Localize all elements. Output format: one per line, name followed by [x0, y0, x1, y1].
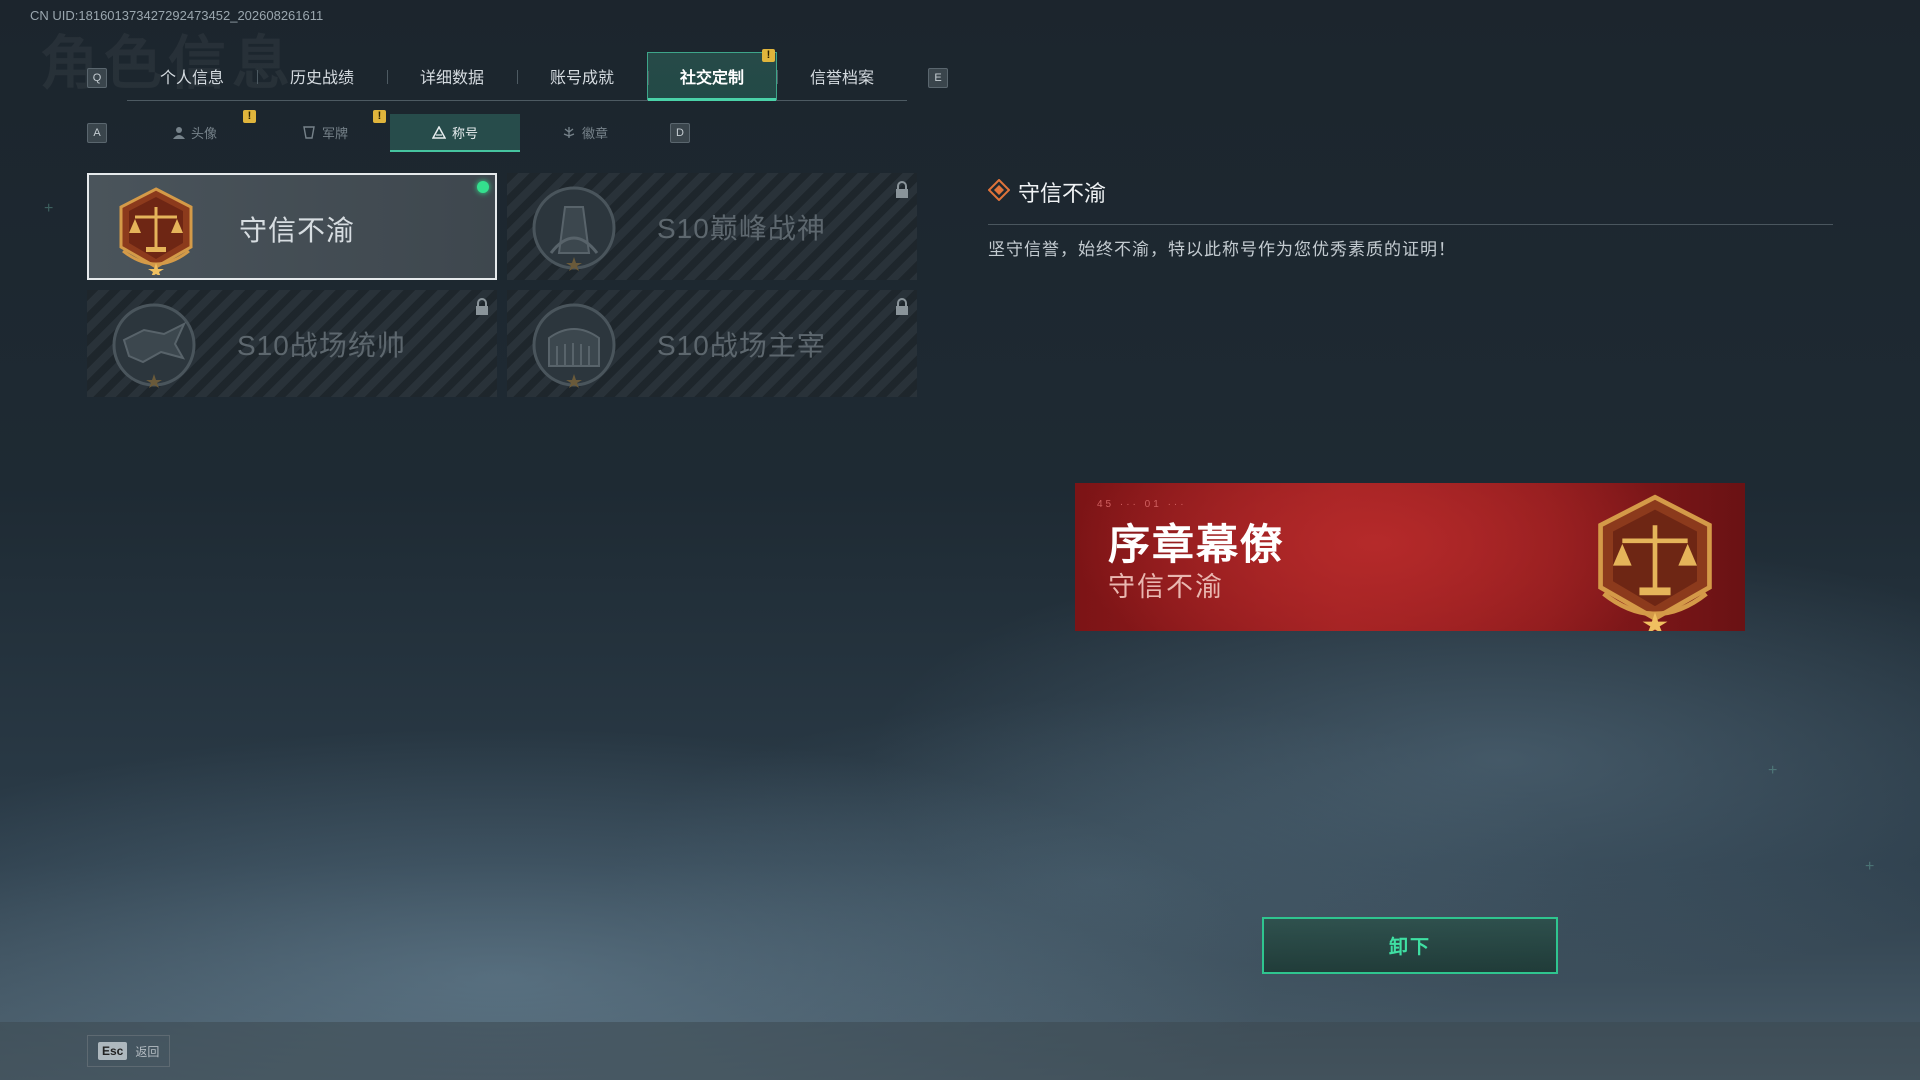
scales-emblem	[119, 187, 193, 275]
diamond-icon	[988, 179, 1010, 201]
subtab-badge[interactable]: 徽章	[520, 114, 650, 150]
title-name: S10战场主宰	[657, 330, 826, 361]
main-tabs: 个人信息 历史战绩 详细数据 账号成就 社交定制 信誉档案	[127, 52, 907, 101]
lock-icon	[896, 181, 908, 198]
title-name: S10战场统帅	[237, 330, 406, 361]
title-name: 守信不渝	[239, 215, 356, 246]
unequip-button[interactable]: 卸下	[1262, 917, 1558, 974]
crosshair-decoration: +	[1768, 762, 1778, 779]
back-label: 返回	[135, 1044, 160, 1059]
subtab-label: 头像	[190, 125, 217, 141]
crosshair-decoration: +	[1865, 858, 1875, 875]
subtab-label: 军牌	[321, 125, 348, 141]
tab-social-customization[interactable]: 社交定制	[647, 52, 777, 101]
title-card-locked[interactable]: S10战场主宰	[507, 290, 917, 397]
triangle-title-icon	[431, 125, 446, 139]
dogtag-icon	[303, 125, 315, 139]
subtab-avatar[interactable]: 头像	[130, 114, 260, 150]
esc-key: Esc	[98, 1042, 128, 1060]
tab-match-history[interactable]: 历史战绩	[257, 52, 387, 100]
prev-tab-key[interactable]: Q	[87, 68, 107, 88]
next-tab-key[interactable]: E	[928, 68, 948, 88]
title-card-locked[interactable]: S10巅峰战神	[507, 173, 917, 280]
crosshair-decoration: +	[44, 200, 54, 217]
banner-decorative-code: 45 ··· 01 ···	[1097, 499, 1187, 510]
dragon-emblem	[112, 303, 196, 388]
notification-badge: !	[762, 49, 775, 62]
tab-credit-record[interactable]: 信誉档案	[777, 52, 907, 100]
banner-player-name: 序章幕僚	[1108, 521, 1285, 568]
prev-subtab-key[interactable]: A	[87, 123, 107, 143]
lock-icon	[896, 298, 908, 315]
title-card-equipped[interactable]: 守信不渝	[87, 173, 497, 280]
detail-divider	[988, 224, 1833, 225]
banner-title: 守信不渝	[1108, 572, 1224, 602]
colosseum-emblem	[532, 303, 616, 388]
back-button[interactable]: Esc 返回	[87, 1035, 170, 1067]
badge-icon	[563, 126, 575, 138]
title-preview-banner: 45 ··· 01 ··· 序章幕僚 守信不渝	[1075, 483, 1745, 631]
tab-account-achievements[interactable]: 账号成就	[517, 52, 647, 100]
notification-badge: !	[373, 110, 386, 123]
tab-personal-info[interactable]: 个人信息	[127, 52, 257, 100]
next-subtab-key[interactable]: D	[670, 123, 690, 143]
subtab-dogtag[interactable]: 军牌	[260, 114, 390, 150]
person-icon	[172, 126, 185, 139]
sub-tabs: 头像 军牌 称号 徽章	[130, 114, 650, 152]
notification-badge: !	[243, 110, 256, 123]
detail-description: 坚守信誉，始终不渝，特以此称号作为您优秀素质的证明！	[988, 240, 1456, 259]
tower-emblem	[532, 186, 616, 271]
subtab-label: 徽章	[581, 125, 608, 141]
scales-emblem	[1598, 494, 1712, 631]
detail-title: 守信不渝	[1018, 181, 1107, 206]
lock-icon	[476, 298, 488, 315]
subtab-title[interactable]: 称号	[390, 114, 520, 152]
bottom-bar	[0, 1022, 1920, 1080]
equipped-indicator	[477, 181, 489, 193]
subtab-label: 称号	[451, 125, 478, 141]
title-card-locked[interactable]: S10战场统帅	[87, 290, 497, 397]
title-name: S10巅峰战神	[657, 213, 826, 244]
tab-detailed-data[interactable]: 详细数据	[387, 52, 517, 100]
